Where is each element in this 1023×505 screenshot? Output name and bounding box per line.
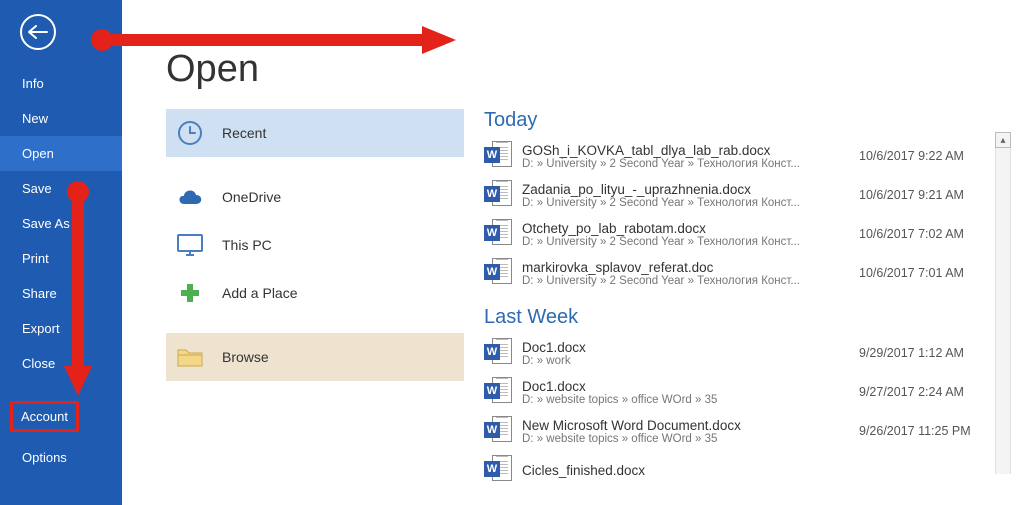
scroll-track[interactable] — [995, 148, 1011, 474]
source-browse-label: Browse — [222, 349, 269, 365]
folder-icon — [176, 343, 204, 371]
word-doc-icon: W — [484, 141, 514, 171]
plus-icon — [176, 279, 204, 307]
source-onedrive-label: OneDrive — [222, 189, 281, 205]
nav-account-highlight: Account — [0, 401, 122, 432]
nav-save[interactable]: Save — [0, 171, 122, 206]
word-doc-icon: W — [484, 416, 514, 446]
nav-account[interactable]: Account — [10, 401, 79, 432]
nav-print[interactable]: Print — [0, 241, 122, 276]
file-path: D: » University » 2 Second Year » Технол… — [522, 158, 849, 170]
open-sources: Recent OneDrive This PC Add a Place — [166, 109, 464, 489]
file-name: Doc1.docx — [522, 340, 849, 355]
file-item[interactable]: W Doc1.docx D: » work 9/29/2017 1:12 AM — [484, 333, 987, 372]
source-addplace-label: Add a Place — [222, 285, 298, 301]
cloud-icon — [176, 183, 204, 211]
file-item[interactable]: W New Microsoft Word Document.docx D: » … — [484, 411, 987, 450]
source-onedrive[interactable]: OneDrive — [166, 173, 464, 221]
word-doc-icon: W — [484, 219, 514, 249]
file-item[interactable]: W GOSh_i_KOVKA_tabl_dlya_lab_rab.docx D:… — [484, 136, 987, 175]
monitor-icon — [176, 231, 204, 259]
backstage-main: Open Recent OneDrive This PC — [122, 0, 1023, 505]
source-recent[interactable]: Recent — [166, 109, 464, 157]
file-item[interactable]: W markirovka_splavov_referat.doc D: » Un… — [484, 253, 987, 292]
file-date: 10/6/2017 7:01 AM — [859, 266, 987, 280]
word-doc-icon: W — [484, 455, 514, 485]
file-name: GOSh_i_KOVKA_tabl_dlya_lab_rab.docx — [522, 143, 849, 158]
file-item[interactable]: W Cicles_finished.docx — [484, 450, 987, 489]
source-thispc-label: This PC — [222, 237, 272, 253]
file-name: Doc1.docx — [522, 379, 849, 394]
nav-share[interactable]: Share — [0, 276, 122, 311]
back-button[interactable] — [20, 14, 56, 50]
scrollbar[interactable]: ▴ — [995, 132, 1011, 492]
file-name: New Microsoft Word Document.docx — [522, 418, 849, 433]
file-path: D: » website topics » office WOrd » 35 — [522, 394, 849, 406]
nav-export[interactable]: Export — [0, 311, 122, 346]
page-title: Open — [166, 48, 1023, 91]
nav-close[interactable]: Close — [0, 346, 122, 381]
file-date: 10/6/2017 9:22 AM — [859, 149, 987, 163]
source-recent-label: Recent — [222, 125, 266, 141]
file-name: Zadania_po_lityu_-_uprazhnenia.docx — [522, 182, 849, 197]
file-date: 9/26/2017 11:25 PM — [859, 424, 987, 438]
group-today: Today — [484, 109, 987, 132]
file-name: Otchety_po_lab_rabotam.docx — [522, 221, 849, 236]
file-date: 10/6/2017 7:02 AM — [859, 227, 987, 241]
source-thispc[interactable]: This PC — [166, 221, 464, 269]
file-name: markirovka_splavov_referat.doc — [522, 260, 849, 275]
file-path: D: » website topics » office WOrd » 35 — [522, 433, 849, 445]
file-item[interactable]: W Doc1.docx D: » website topics » office… — [484, 372, 987, 411]
nav-save-as[interactable]: Save As — [0, 206, 122, 241]
group-lastweek: Last Week — [484, 306, 987, 329]
nav-new[interactable]: New — [0, 101, 122, 136]
file-path: D: » University » 2 Second Year » Технол… — [522, 236, 849, 248]
file-path: D: » work — [522, 355, 849, 367]
clock-icon — [176, 119, 204, 147]
file-path: D: » University » 2 Second Year » Технол… — [522, 275, 849, 287]
file-item[interactable]: W Zadania_po_lityu_-_uprazhnenia.docx D:… — [484, 175, 987, 214]
word-doc-icon: W — [484, 377, 514, 407]
word-doc-icon: W — [484, 180, 514, 210]
backstage-nav: Info New Open Save Save As Print Share E… — [0, 0, 122, 505]
file-name: Cicles_finished.docx — [522, 463, 849, 478]
scroll-up-icon[interactable]: ▴ — [995, 132, 1011, 148]
word-doc-icon: W — [484, 338, 514, 368]
file-date: 9/27/2017 2:24 AM — [859, 385, 987, 399]
file-item[interactable]: W Otchety_po_lab_rabotam.docx D: » Unive… — [484, 214, 987, 253]
nav-open[interactable]: Open — [0, 136, 122, 171]
nav-info[interactable]: Info — [0, 66, 122, 101]
recent-files: Today W GOSh_i_KOVKA_tabl_dlya_lab_rab.d… — [484, 109, 1023, 489]
source-addplace[interactable]: Add a Place — [166, 269, 464, 317]
file-path: D: » University » 2 Second Year » Технол… — [522, 197, 849, 209]
nav-options[interactable]: Options — [0, 440, 122, 475]
file-date: 10/6/2017 9:21 AM — [859, 188, 987, 202]
file-date: 9/29/2017 1:12 AM — [859, 346, 987, 360]
back-arrow-icon — [28, 25, 48, 39]
word-doc-icon: W — [484, 258, 514, 288]
source-browse[interactable]: Browse — [166, 333, 464, 381]
